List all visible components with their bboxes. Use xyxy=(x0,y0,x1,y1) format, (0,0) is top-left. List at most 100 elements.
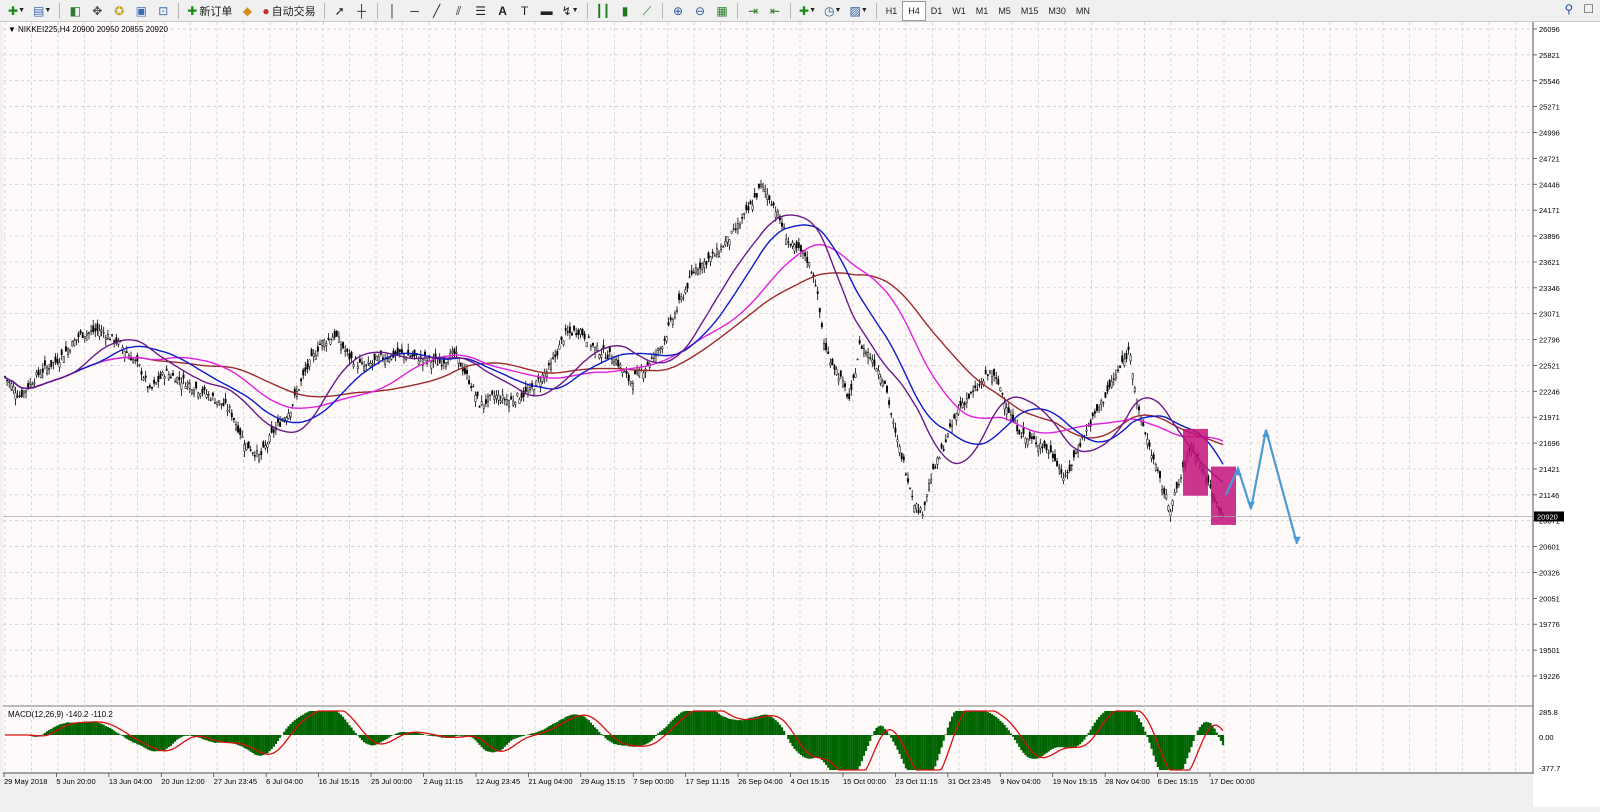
candle-body xyxy=(56,359,59,364)
price-chart[interactable]: 26096 25821 25546 25271 24996 24721 24446 24171… xyxy=(0,22,1600,807)
candle-body xyxy=(875,368,878,372)
candle-body xyxy=(781,222,783,227)
candle-body xyxy=(230,412,233,418)
candle-body xyxy=(823,343,825,350)
candle-body xyxy=(760,183,762,187)
vertical-line-tool[interactable]: │ xyxy=(384,2,402,20)
terminal-button[interactable]: ▣ xyxy=(132,2,150,20)
candle-body xyxy=(71,341,74,347)
rectangle-tool[interactable]: ▬ xyxy=(538,2,556,20)
new-order-button[interactable]: ✚ 新订单 xyxy=(185,2,234,20)
candle-body xyxy=(818,308,821,313)
candle-body xyxy=(1091,413,1094,417)
candle-chart-icon: ▮ xyxy=(621,3,629,18)
candle-body xyxy=(858,340,861,344)
candle-body xyxy=(445,362,447,367)
search-icon[interactable]: ⚲ xyxy=(1564,2,1573,16)
candle-body xyxy=(62,356,65,363)
trendline-tool[interactable]: ╱ xyxy=(428,2,446,20)
candle-body xyxy=(814,285,817,287)
zoom-in-button[interactable]: ⊕ xyxy=(669,2,687,20)
candle-body xyxy=(37,369,40,375)
candle-body xyxy=(214,402,216,404)
candle-body xyxy=(1085,429,1088,432)
candle-body xyxy=(1003,402,1006,410)
candle-body xyxy=(226,409,229,412)
channel-tool[interactable]: ⫽ xyxy=(450,2,468,20)
timeframe-m5[interactable]: M5 xyxy=(993,2,1016,20)
metaeditor-button[interactable]: ◆ xyxy=(238,2,256,20)
timeframe-h1[interactable]: H1 xyxy=(881,2,903,20)
candle-body xyxy=(1070,464,1073,466)
candle-body xyxy=(575,333,578,336)
crosshair-tool[interactable]: ┼ xyxy=(353,2,371,20)
chat-icon[interactable]: ☐ xyxy=(1583,2,1594,16)
candle-body xyxy=(39,373,42,378)
candle-body xyxy=(503,399,506,401)
candle-body xyxy=(505,399,508,405)
timeframe-mn[interactable]: MN xyxy=(1071,2,1095,20)
y-axis-label: 24446 xyxy=(1539,180,1560,189)
candle-body xyxy=(854,373,857,378)
periods-button[interactable]: ◷ ▼ xyxy=(822,2,843,20)
candle-body xyxy=(69,349,72,353)
candle-body xyxy=(703,261,706,268)
timeframe-w1[interactable]: W1 xyxy=(947,2,971,20)
candle-body xyxy=(934,466,937,469)
tile-windows-button[interactable]: ▦ xyxy=(713,2,731,20)
horizontal-line-tool[interactable]: ─ xyxy=(406,2,424,20)
candle-body xyxy=(1171,500,1174,506)
candle-body xyxy=(898,446,901,454)
candle-body xyxy=(757,183,760,188)
cursor-tool[interactable]: ➚ xyxy=(331,2,349,20)
x-axis-label: 6 Jul 04:00 xyxy=(266,777,303,786)
navigator-button[interactable]: ✪ xyxy=(110,2,128,20)
candle-body xyxy=(755,193,758,198)
channel-icon: ⫽ xyxy=(455,3,462,18)
candle-body xyxy=(487,396,489,402)
strategy-tester-button[interactable]: ⊡ xyxy=(154,2,172,20)
toolbar-right: ⚲ ☐ xyxy=(1564,2,1594,16)
arrows-tool[interactable]: ↯ ▼ xyxy=(560,2,581,20)
candle-body xyxy=(743,213,746,215)
candle-body xyxy=(476,391,479,397)
candle-body xyxy=(1062,478,1065,481)
candle-body xyxy=(524,386,527,392)
candle-body xyxy=(657,348,660,351)
candle-body xyxy=(321,340,324,346)
templates-button[interactable]: ▨ ▼ xyxy=(847,2,869,20)
profiles-button[interactable]: ▤ ▼ xyxy=(31,2,53,20)
chart-window[interactable]: 26096 25821 25546 25271 24996 24721 24446 24171… xyxy=(0,22,1600,807)
candle-chart-button[interactable]: ▮ xyxy=(616,2,634,20)
timeframe-m30[interactable]: M30 xyxy=(1043,2,1071,20)
candle-body xyxy=(1030,436,1033,439)
chart-menu-icon[interactable]: ▼ xyxy=(8,25,16,34)
timeframe-m15[interactable]: M15 xyxy=(1016,2,1044,20)
auto-scroll-button[interactable]: ⇥ xyxy=(744,2,762,20)
indicators-button[interactable]: ✚ ▼ xyxy=(797,2,818,20)
text-label-icon: T xyxy=(520,3,529,18)
data-window-button[interactable]: ✥ xyxy=(88,2,106,20)
auto-trade-button[interactable]: ● 自动交易 xyxy=(260,2,317,20)
candle-body xyxy=(501,394,504,400)
fibonacci-tool[interactable]: ☰ xyxy=(472,2,490,20)
candle-body xyxy=(1138,406,1140,411)
candle-body xyxy=(16,395,19,398)
timeframe-h4[interactable]: H4 xyxy=(902,0,926,21)
bar-chart-button[interactable]: ┃┃ xyxy=(594,2,612,20)
zoom-out-button[interactable]: ⊖ xyxy=(691,2,709,20)
candle-body xyxy=(144,375,147,378)
candle-body xyxy=(96,323,99,331)
line-chart-button[interactable]: ⟋ xyxy=(638,2,656,20)
new-chart-button[interactable]: ✚ ▼ xyxy=(6,2,27,20)
timeframe-d1[interactable]: D1 xyxy=(926,2,948,20)
candle-body xyxy=(1121,355,1124,362)
candle-body xyxy=(676,309,678,312)
candle-body xyxy=(33,382,36,385)
chart-shift-button[interactable]: ⇤ xyxy=(766,2,784,20)
text-tool[interactable]: A xyxy=(494,2,512,20)
candle-body xyxy=(1026,438,1029,446)
text-label-tool[interactable]: T xyxy=(516,2,534,20)
market-watch-button[interactable]: ◧ xyxy=(66,2,84,20)
timeframe-m1[interactable]: M1 xyxy=(971,2,994,20)
